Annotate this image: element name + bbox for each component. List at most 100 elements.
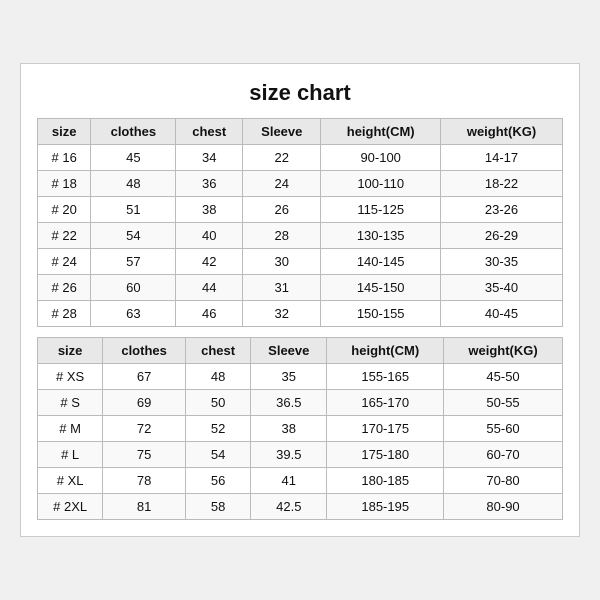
table-cell: 100-110 (321, 171, 441, 197)
table-cell: 63 (91, 301, 176, 327)
table-cell: 175-180 (327, 442, 444, 468)
table-cell: 24 (243, 171, 321, 197)
table-cell: # 20 (38, 197, 91, 223)
table-row: # 1645342290-10014-17 (38, 145, 563, 171)
col-header-sleeve: Sleeve (251, 338, 327, 364)
table-cell: 36 (176, 171, 243, 197)
table-cell: 115-125 (321, 197, 441, 223)
table-cell: 165-170 (327, 390, 444, 416)
table-cell: 56 (185, 468, 250, 494)
size-table-1: sizeclotheschestSleeveheight(CM)weight(K… (37, 118, 563, 327)
table-cell: 140-145 (321, 249, 441, 275)
col-header-weight-kg-: weight(KG) (441, 119, 563, 145)
table-row: # 24574230140-14530-35 (38, 249, 563, 275)
table-row: # 20513826115-12523-26 (38, 197, 563, 223)
table-cell: 38 (176, 197, 243, 223)
table-cell: 28 (243, 223, 321, 249)
table-cell: 155-165 (327, 364, 444, 390)
table-cell: 55-60 (444, 416, 563, 442)
table-cell: # 24 (38, 249, 91, 275)
table-cell: 32 (243, 301, 321, 327)
table-cell: # M (38, 416, 103, 442)
table-cell: 35-40 (441, 275, 563, 301)
table-cell: 150-155 (321, 301, 441, 327)
table-cell: 60-70 (444, 442, 563, 468)
col-header-sleeve: Sleeve (243, 119, 321, 145)
size-table-2: sizeclotheschestSleeveheight(CM)weight(K… (37, 337, 563, 520)
table-cell: 80-90 (444, 494, 563, 520)
table-cell: # XL (38, 468, 103, 494)
table-cell: 30-35 (441, 249, 563, 275)
table-cell: 185-195 (327, 494, 444, 520)
table-cell: 14-17 (441, 145, 563, 171)
col-header-clothes: clothes (103, 338, 186, 364)
table-cell: 50-55 (444, 390, 563, 416)
table-row: # S695036.5165-17050-55 (38, 390, 563, 416)
table-cell: # 2XL (38, 494, 103, 520)
table-cell: 52 (185, 416, 250, 442)
table-cell: 130-135 (321, 223, 441, 249)
table-cell: # S (38, 390, 103, 416)
table-cell: # 26 (38, 275, 91, 301)
table-cell: 45 (91, 145, 176, 171)
table-cell: # L (38, 442, 103, 468)
table-cell: 42.5 (251, 494, 327, 520)
table-row: # 18483624100-11018-22 (38, 171, 563, 197)
table-cell: 30 (243, 249, 321, 275)
table-cell: # 16 (38, 145, 91, 171)
table-cell: 44 (176, 275, 243, 301)
table-cell: 26-29 (441, 223, 563, 249)
col-header-clothes: clothes (91, 119, 176, 145)
size-chart-card: size chart sizeclotheschestSleeveheight(… (20, 63, 580, 537)
table-row: # XL785641180-18570-80 (38, 468, 563, 494)
col-header-height-cm-: height(CM) (327, 338, 444, 364)
table-cell: 22 (243, 145, 321, 171)
table-cell: 45-50 (444, 364, 563, 390)
table-cell: 48 (91, 171, 176, 197)
table-cell: 36.5 (251, 390, 327, 416)
table-cell: 72 (103, 416, 186, 442)
table-cell: 46 (176, 301, 243, 327)
col-header-weight-kg-: weight(KG) (444, 338, 563, 364)
table-cell: 70-80 (444, 468, 563, 494)
table-cell: 57 (91, 249, 176, 275)
table-cell: 39.5 (251, 442, 327, 468)
table-cell: # 28 (38, 301, 91, 327)
col-header-size: size (38, 338, 103, 364)
table-cell: 54 (185, 442, 250, 468)
table-cell: 34 (176, 145, 243, 171)
table-cell: 58 (185, 494, 250, 520)
table-cell: 38 (251, 416, 327, 442)
table-cell: 51 (91, 197, 176, 223)
table-row: # M725238170-17555-60 (38, 416, 563, 442)
table-cell: 60 (91, 275, 176, 301)
table-row: # XS674835155-16545-50 (38, 364, 563, 390)
col-header-chest: chest (176, 119, 243, 145)
col-header-size: size (38, 119, 91, 145)
table-cell: # 18 (38, 171, 91, 197)
table-cell: 90-100 (321, 145, 441, 171)
table-cell: 180-185 (327, 468, 444, 494)
chart-title: size chart (37, 80, 563, 106)
table-row: # L755439.5175-18060-70 (38, 442, 563, 468)
table-cell: 170-175 (327, 416, 444, 442)
table-cell: 18-22 (441, 171, 563, 197)
table-cell: 26 (243, 197, 321, 223)
table-cell: 40-45 (441, 301, 563, 327)
col-header-chest: chest (185, 338, 250, 364)
table-row: # 2XL815842.5185-19580-90 (38, 494, 563, 520)
table-cell: 40 (176, 223, 243, 249)
table-cell: 81 (103, 494, 186, 520)
table-cell: 50 (185, 390, 250, 416)
table-cell: 48 (185, 364, 250, 390)
table-cell: 67 (103, 364, 186, 390)
table-cell: 41 (251, 468, 327, 494)
table-cell: 75 (103, 442, 186, 468)
table-cell: 54 (91, 223, 176, 249)
table-row: # 28634632150-15540-45 (38, 301, 563, 327)
table-cell: 78 (103, 468, 186, 494)
table-cell: 42 (176, 249, 243, 275)
table-cell: 69 (103, 390, 186, 416)
col-header-height-cm-: height(CM) (321, 119, 441, 145)
table-row: # 22544028130-13526-29 (38, 223, 563, 249)
